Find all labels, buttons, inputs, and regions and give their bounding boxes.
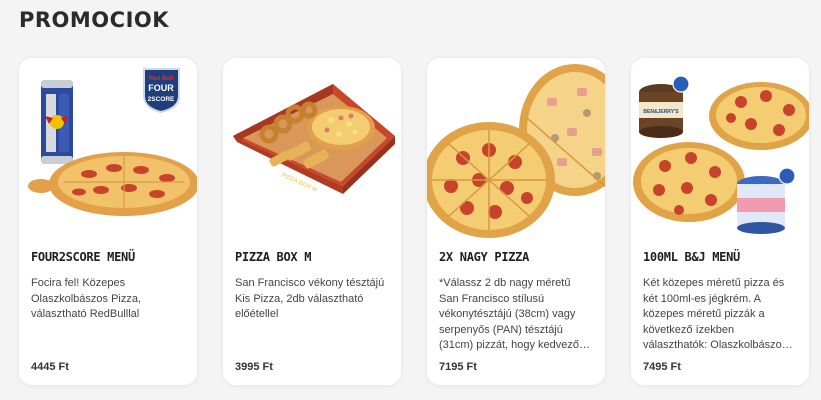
- pizza-box-image: PIZZA BOX M: [223, 58, 401, 238]
- pizza-redbull-image: Red Bull FOUR 2SCORE: [19, 58, 197, 238]
- promo-price: 7495 Ft: [643, 361, 681, 373]
- promo-card-list: Red Bull FOUR 2SCORE FOUR2SCORE MENÜ Foc…: [18, 57, 810, 386]
- badge-line3: 2SCORE: [148, 96, 175, 103]
- tub-brand-label: BEN&JERRY'S: [643, 109, 679, 115]
- promo-title: PIZZA BOX M: [235, 250, 312, 264]
- promo-price: 3995 Ft: [235, 361, 273, 373]
- promo-description: Focira fel! Közepes Olaszkolbászos Pizza…: [31, 277, 142, 320]
- promo-card-pizza-box-m[interactable]: PIZZA BOX M PIZZA BOX M San Francisco vé…: [222, 57, 402, 386]
- promo-description: Két közepes méretű pizza és két 100ml-es…: [643, 277, 791, 351]
- promo-card-100ml-bj-menu[interactable]: BEN&JERRY'S 100ML B&J MENÜ Két közepes m…: [630, 57, 810, 386]
- badge-line2: FOUR: [148, 83, 174, 93]
- pizza-icecream-image: BEN&JERRY'S: [631, 58, 809, 238]
- four2score-badge-icon: Red Bull FOUR 2SCORE: [143, 68, 180, 114]
- pizza-icon: [427, 64, 605, 238]
- pizza-box-icon: PIZZA BOX M: [233, 84, 395, 194]
- redbull-can-icon: [41, 80, 73, 164]
- section-title: PROMOCIOK: [19, 8, 170, 32]
- promo-title: 100ML B&J MENÜ: [643, 250, 740, 264]
- promo-description: San Francisco vékony tésztájú Kis Pizza,…: [235, 277, 385, 320]
- promo-card-2x-nagy-pizza[interactable]: 2X NAGY PIZZA *Válassz 2 db nagy méretű …: [426, 57, 606, 386]
- promo-card-four2score[interactable]: Red Bull FOUR 2SCORE FOUR2SCORE MENÜ Foc…: [18, 57, 198, 386]
- badge-line1: Red Bull: [149, 76, 174, 82]
- promo-description: *Válassz 2 db nagy méretű San Francisco …: [439, 277, 580, 351]
- promo-title: FOUR2SCORE MENÜ: [31, 250, 135, 264]
- two-pizzas-image: [427, 58, 605, 238]
- promo-title: 2X NAGY PIZZA: [439, 250, 530, 264]
- promo-price: 4445 Ft: [31, 361, 69, 373]
- promo-price: 7195 Ft: [439, 361, 477, 373]
